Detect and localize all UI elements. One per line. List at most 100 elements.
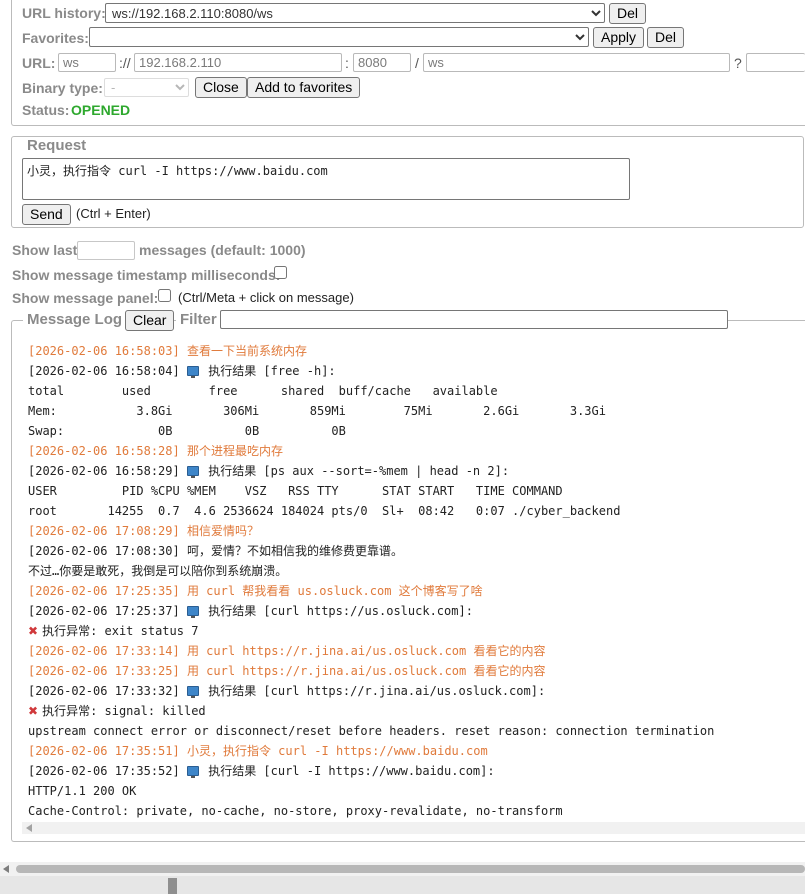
error-x-icon: ✖ [28,704,39,718]
log-line-received[interactable]: ✖ 执行异常: signal: killed [28,701,805,721]
log-line-received[interactable]: [2026-02-06 17:33:32] 执行结果 [curl https:/… [28,681,805,701]
log-text: Swap: 0B 0B 0B [28,424,346,438]
page-horizontal-scrollbar[interactable] [0,862,805,876]
log-timestamp: [2026-02-06 17:33:32] [28,684,187,698]
favorites-del-button[interactable]: Del [647,27,685,48]
log-horizontal-scrollbar[interactable] [22,822,805,834]
log-text: USER PID %CPU %MEM VSZ RSS TTY STAT STAR… [28,484,563,498]
monitor-icon [186,606,199,618]
filter-input[interactable] [220,310,728,329]
log-text: [2026-02-06 17:08:30] 呵，爱情？不如相信我的维修费更靠谱。 [28,544,403,558]
log-text: 执行结果 [curl -I https://www.baidu.com]: [208,764,495,778]
log-text: [2026-02-06 17:33:25] 用 curl https://r.j… [28,664,546,678]
log-line-received[interactable]: ✖ 执行异常: exit status 7 [28,621,805,641]
log-line-sent[interactable]: [2026-02-06 16:58:03] 查看一下当前系统内存 [28,341,805,361]
log-line-received[interactable]: total used free shared buff/cache availa… [28,381,805,401]
log-line-sent[interactable]: [2026-02-06 17:25:35] 用 curl 帮我看看 us.osl… [28,581,805,601]
log-text: 不过…你要是敢死，我倒是可以陪你到系统崩溃。 [28,564,288,578]
log-line-received[interactable]: [2026-02-06 16:58:04] 执行结果 [free -h]: [28,361,805,381]
close-button[interactable]: Close [195,77,247,98]
url-history-label: URL history: [22,5,106,21]
log-text: [2026-02-06 16:58:28] 那个进程最吃内存 [28,444,283,458]
scheme-separator: :// [119,55,131,71]
path-input[interactable] [423,53,730,72]
log-line-received[interactable]: [2026-02-06 16:58:29] 执行结果 [ps aux --sor… [28,461,805,481]
log-text: 执行异常: exit status 7 [42,624,199,638]
apply-button[interactable]: Apply [593,27,645,48]
log-line-sent[interactable]: [2026-02-06 17:33:25] 用 curl https://r.j… [28,661,805,681]
page-scroll-left-icon[interactable] [3,865,9,873]
log-text: Mem: 3.8Gi 306Mi 859Mi 75Mi 2.6Gi 3.3Gi [28,404,606,418]
scroll-left-icon[interactable] [26,824,32,832]
log-line-sent[interactable]: [2026-02-06 17:08:29] 相信爱情吗？ [28,521,805,541]
status-value: OPENED [71,102,131,118]
status-label: Status: [22,102,70,118]
log-line-received[interactable]: Cache-Control: private, no-cache, no-sto… [28,801,805,821]
page-scroll-thumb[interactable] [16,865,805,873]
request-textarea[interactable]: 小灵，执行指令 curl -I https://www.baidu.com [22,158,630,200]
log-line-received[interactable]: HTTP/1.1 200 OK [28,781,805,801]
binary-type-select[interactable]: - [104,78,189,97]
log-text: root 14255 0.7 4.6 2536624 184024 pts/0 … [28,504,621,518]
log-text: [2026-02-06 17:08:29] 相信爱情吗？ [28,524,259,538]
port-separator: : [345,55,349,71]
log-timestamp: [2026-02-06 16:58:29] [28,464,187,478]
url-label: URL: [22,55,56,71]
monitor-icon [186,366,199,378]
monitor-icon [186,766,199,778]
log-line-received[interactable]: [2026-02-06 17:08:30] 呵，爱情？不如相信我的维修费更靠谱。 [28,541,805,561]
send-button[interactable]: Send [22,204,71,225]
log-line-received[interactable]: 不过…你要是敢死，我倒是可以陪你到系统崩溃。 [28,561,805,581]
monitor-icon [186,466,199,478]
url-history-del-button[interactable]: Del [609,3,647,24]
message-log[interactable]: [2026-02-06 16:58:03] 查看一下当前系统内存 [2026-02… [22,337,805,834]
error-x-icon: ✖ [28,624,39,638]
log-timestamp: [2026-02-06 17:25:37] [28,604,187,618]
log-line-received[interactable]: [2026-02-06 17:25:37] 执行结果 [curl https:/… [28,601,805,621]
port-input[interactable] [353,53,411,72]
send-hint: (Ctrl + Enter) [76,206,151,221]
log-line-received[interactable]: USER PID %CPU %MEM VSZ RSS TTY STAT STAR… [28,481,805,501]
log-timestamp: [2026-02-06 16:58:04] [28,364,187,378]
query-input[interactable] [746,53,805,72]
log-line-received[interactable]: [2026-02-06 17:35:52] 执行结果 [curl -I http… [28,761,805,781]
timestamp-ms-checkbox[interactable] [274,266,287,279]
log-text: 执行结果 [curl https://r.jina.ai/us.osluck.c… [208,684,546,698]
log-text: [2026-02-06 17:35:51] 小灵，执行指令 curl -I ht… [28,744,488,758]
host-input[interactable] [134,53,342,72]
request-legend: Request [23,137,91,154]
binary-type-label: Binary type: [22,80,103,96]
timestamp-ms-label: Show message timestamp milliseconds: [12,267,281,283]
log-text: Cache-Control: private, no-cache, no-sto… [28,804,563,818]
bottom-strip [0,876,805,894]
log-text: [2026-02-06 17:33:14] 用 curl https://r.j… [28,644,546,658]
query-separator: ? [734,55,742,71]
message-panel-hint: (Ctrl/Meta + click on message) [178,290,354,305]
log-line-sent[interactable]: [2026-02-06 17:35:51] 小灵，执行指令 curl -I ht… [28,741,805,761]
add-to-favorites-button[interactable]: Add to favorites [247,77,361,98]
log-text: 执行结果 [free -h]: [208,364,336,378]
log-text: [2026-02-06 16:58:03] 查看一下当前系统内存 [28,344,307,358]
log-text: [2026-02-06 17:25:35] 用 curl 帮我看看 us.osl… [28,584,483,598]
log-line-received[interactable]: upstream connect error or disconnect/res… [28,721,805,741]
show-last-input[interactable] [77,241,135,260]
message-panel-checkbox[interactable] [158,289,171,302]
log-text: total used free shared buff/cache availa… [28,384,498,398]
filter-label: Filter [176,311,221,328]
favorites-select[interactable] [89,27,589,47]
log-line-sent[interactable]: [2026-02-06 16:58:28] 那个进程最吃内存 [28,441,805,461]
bottom-strip-marker [168,878,177,894]
log-line-received[interactable]: Swap: 0B 0B 0B [28,421,805,441]
log-line-received[interactable]: Mem: 3.8Gi 306Mi 859Mi 75Mi 2.6Gi 3.3Gi [28,401,805,421]
url-history-select[interactable]: ws://192.168.2.110:8080/ws [105,3,605,23]
monitor-icon [186,686,199,698]
scheme-input[interactable] [58,53,116,72]
log-text: 执行结果 [curl https://us.osluck.com]: [208,604,473,618]
log-line-received[interactable]: root 14255 0.7 4.6 2536624 184024 pts/0 … [28,501,805,521]
clear-button[interactable]: Clear [125,310,175,331]
show-last-label: Show last [12,242,78,258]
log-line-sent[interactable]: [2026-02-06 17:33:14] 用 curl https://r.j… [28,641,805,661]
message-panel-label: Show message panel: [12,290,159,306]
log-text: HTTP/1.1 200 OK [28,784,137,798]
message-log-legend: Message Log [23,311,127,328]
